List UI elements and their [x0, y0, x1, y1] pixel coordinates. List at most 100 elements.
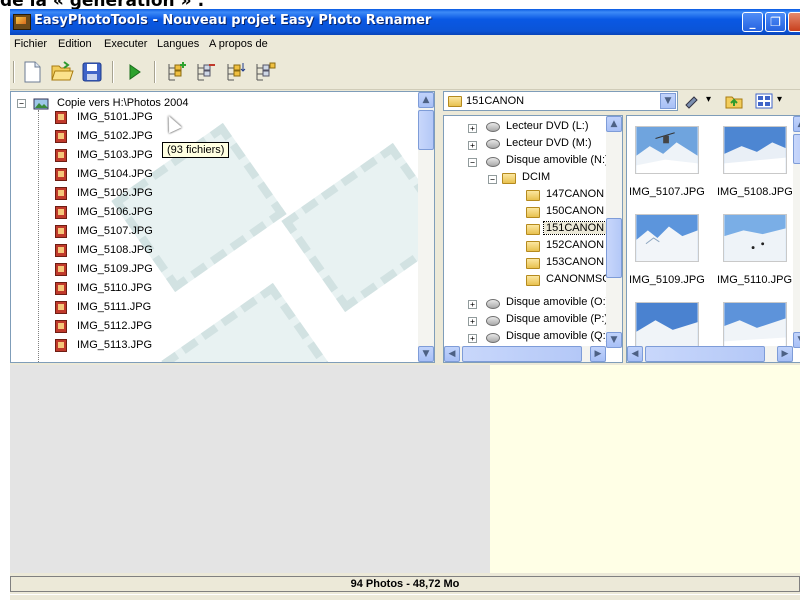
expand-icon[interactable]: + — [468, 317, 477, 326]
thumbnail-view-button[interactable]: ▾ — [755, 93, 795, 111]
thumbnail-item[interactable] — [627, 116, 703, 192]
toolbar-separator — [112, 61, 114, 83]
folder-icon — [448, 96, 462, 107]
folder-tree[interactable]: + Lecteur DVD (L:) + Lecteur DVD (M:) − … — [443, 115, 623, 363]
view-mode-button[interactable]: ▾ — [684, 93, 724, 111]
title-bar[interactable]: EasyPhotoTools - Nouveau projet Easy Pho… — [10, 9, 800, 35]
collapse-icon[interactable]: − — [488, 175, 497, 184]
jpg-file-icon — [55, 320, 67, 333]
jpg-file-icon — [55, 263, 67, 276]
jpg-file-icon — [55, 187, 67, 200]
menu-langues[interactable]: Langues — [157, 38, 199, 50]
scroll-up-icon[interactable]: ▲ — [418, 92, 434, 108]
scroll-right-icon[interactable]: ▶ — [590, 346, 606, 362]
jpg-file-icon — [55, 282, 67, 295]
save-icon[interactable] — [80, 60, 104, 84]
file-count-tooltip: (93 fichiers) — [162, 142, 230, 158]
scroll-right-icon[interactable]: ▶ — [777, 346, 793, 362]
removable-drive-icon — [486, 299, 500, 309]
film-watermark — [281, 143, 434, 312]
maximize-button[interactable]: ❐ — [765, 12, 786, 32]
status-bar: 94 Photos - 48,72 Mo — [10, 576, 800, 592]
tree-vertical-scrollbar[interactable]: ▲ ▼ — [418, 92, 434, 362]
thumbnail-label: IMG_5109.JPG — [629, 274, 705, 286]
brush-icon — [685, 96, 698, 109]
app-window: EasyPhotoTools - Nouveau projet Easy Pho… — [10, 9, 800, 600]
removable-drive-icon — [486, 157, 500, 167]
scroll-up-icon[interactable]: ▲ — [793, 116, 800, 132]
thumbnail-item[interactable]: IMG_5110.JPG — [717, 208, 793, 286]
scroll-down-icon[interactable]: ▼ — [793, 332, 800, 348]
chevron-down-icon: ▾ — [706, 94, 712, 105]
thumbnail-item[interactable]: IMG_5108.JPG — [717, 120, 793, 198]
jpg-file-icon — [55, 244, 67, 257]
jpg-file-icon — [55, 206, 67, 219]
scroll-left-icon[interactable]: ◀ — [444, 346, 460, 362]
folder-open-icon — [526, 224, 540, 235]
parent-folder-button[interactable] — [725, 93, 749, 111]
scroll-thumb[interactable] — [418, 110, 434, 150]
tree-sort-icon[interactable] — [224, 60, 248, 84]
tree-remove-icon[interactable] — [194, 60, 218, 84]
menu-executer[interactable]: Executer — [104, 38, 147, 50]
folder-icon — [526, 241, 540, 252]
preview-pane — [10, 365, 490, 573]
folder-icon — [526, 275, 540, 286]
scroll-thumb[interactable] — [645, 346, 765, 362]
run-icon[interactable] — [122, 60, 146, 84]
open-folder-icon[interactable] — [50, 60, 74, 84]
snow-peaks-photo — [635, 214, 699, 262]
scroll-down-icon[interactable]: ▼ — [606, 332, 622, 348]
jpg-file-icon — [55, 111, 67, 124]
scroll-up-icon[interactable]: ▲ — [606, 116, 622, 132]
folder-icon — [526, 207, 540, 218]
close-button[interactable] — [788, 12, 800, 32]
folder-select-value: 151CANON — [466, 95, 525, 107]
scroll-thumb[interactable] — [793, 134, 800, 164]
scroll-left-icon[interactable]: ◀ — [627, 346, 643, 362]
tree-line — [38, 110, 39, 362]
expand-icon[interactable]: + — [468, 124, 477, 133]
scroll-down-icon[interactable]: ▼ — [418, 346, 434, 362]
tree-root-label: Copie vers H:\Photos 2004 — [57, 97, 189, 109]
info-pane — [490, 365, 800, 573]
jpg-file-icon — [55, 130, 67, 143]
thumbnail-vertical-scrollbar[interactable]: ▲ ▼ — [793, 116, 800, 348]
photo-album-icon — [33, 98, 49, 110]
collapse-icon[interactable]: − — [468, 158, 477, 167]
app-icon[interactable] — [13, 14, 31, 30]
minimize-button[interactable]: _ — [742, 12, 763, 32]
collapse-icon[interactable]: − — [17, 99, 26, 108]
folder-tree-vertical-scrollbar[interactable]: ▲ ▼ — [606, 116, 622, 348]
menu-edition[interactable]: Edition — [58, 38, 92, 50]
ski-slope-photo — [723, 214, 787, 262]
menu-a-propos[interactable]: A propos de — [209, 38, 268, 50]
scroll-thumb[interactable] — [606, 218, 622, 278]
folder-tree-horizontal-scrollbar[interactable]: ◀ ▶ — [444, 346, 606, 362]
chevron-down-icon[interactable]: ▼ — [660, 93, 676, 109]
window-title: EasyPhotoTools - Nouveau projet Easy Pho… — [34, 13, 432, 28]
tree-add-icon[interactable] — [165, 60, 189, 84]
thumbnail-item[interactable]: IMG_5109.JPG — [629, 208, 705, 286]
jpg-file-icon — [55, 149, 67, 162]
jpg-file-icon — [55, 168, 67, 181]
status-text: 94 Photos - 48,72 Mo — [350, 578, 460, 590]
tree-options-icon[interactable] — [253, 60, 277, 84]
folder-icon — [526, 190, 540, 201]
thumbnail-label: IMG_5110.JPG — [717, 274, 792, 286]
expand-icon[interactable]: + — [468, 334, 477, 343]
jpg-file-icon — [55, 339, 67, 352]
thumbnail-horizontal-scrollbar[interactable]: ◀ ▶ — [627, 346, 793, 362]
output-file-tree[interactable]: − Copie vers H:\Photos 2004 IMG_5101.JPG… — [10, 91, 435, 363]
new-file-icon[interactable] — [20, 60, 44, 84]
folder-select[interactable]: 151CANON ▼ — [443, 91, 678, 111]
thumbnail-pane[interactable]: IMG_5107.JPG IMG_5108.JPG IMG_5109.JPG I… — [626, 115, 800, 363]
chevron-down-icon: ▾ — [777, 94, 783, 105]
menu-fichier[interactable]: Fichier — [14, 38, 47, 50]
expand-icon[interactable]: + — [468, 300, 477, 309]
scroll-thumb[interactable] — [462, 346, 582, 362]
folder-icon — [502, 173, 516, 184]
jpg-file-icon — [55, 225, 67, 238]
grid-view-icon — [755, 93, 773, 109]
expand-icon[interactable]: + — [468, 141, 477, 150]
